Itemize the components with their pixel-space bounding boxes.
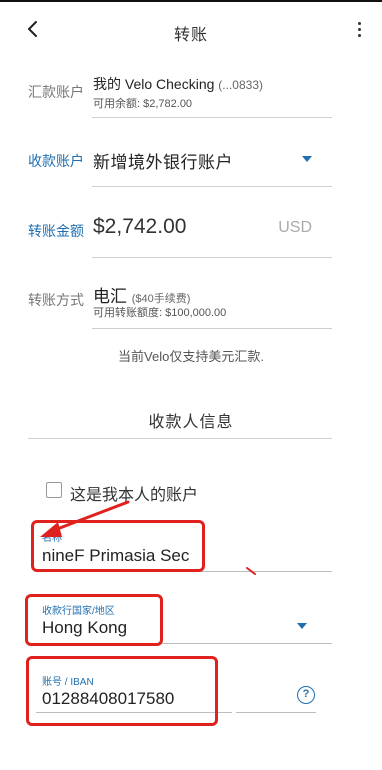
annotation-arrow (40, 500, 256, 575)
